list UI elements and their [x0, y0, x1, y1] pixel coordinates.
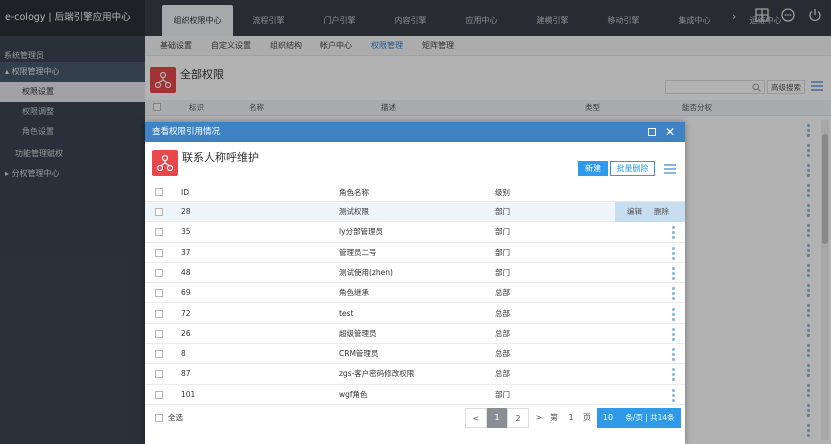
batch-delete-button[interactable]: 批量删除: [610, 161, 655, 176]
edit-button[interactable]: 编辑: [627, 202, 642, 222]
row-menu-icon[interactable]: [672, 266, 675, 282]
row-role-name: 角色继承: [339, 288, 369, 298]
column-header-level: 级别: [495, 188, 510, 197]
row-actions: 编辑 删除: [615, 202, 685, 222]
row-checkbox[interactable]: [155, 370, 163, 379]
row-role-name: CRM管理员: [339, 349, 379, 359]
row-id: 87: [181, 369, 191, 379]
row-id: 8: [181, 349, 186, 359]
row-menu-icon[interactable]: [672, 388, 675, 404]
row-role-name: 超级管理员: [339, 328, 377, 338]
row-menu-icon[interactable]: [672, 226, 675, 241]
row-id: 37: [181, 247, 191, 257]
goto-prefix: 第: [550, 413, 558, 422]
row-id: 72: [181, 308, 191, 318]
row-level: 总部: [495, 288, 510, 298]
dialog-title: 查看权限引用情况: [152, 127, 221, 137]
next-page-button[interactable]: >: [533, 408, 545, 428]
page-button-1[interactable]: 1: [487, 408, 507, 428]
new-button[interactable]: 新建: [578, 161, 608, 176]
row-menu-icon[interactable]: [672, 307, 675, 323]
column-header-id: ID: [181, 188, 189, 197]
row-checkbox[interactable]: [155, 329, 163, 338]
row-checkbox[interactable]: [155, 350, 163, 359]
row-id: 35: [181, 227, 191, 237]
row-checkbox[interactable]: [155, 248, 163, 257]
select-all-label: 全选: [168, 413, 183, 422]
row-level: 部门: [495, 227, 510, 237]
row-id: 69: [181, 288, 191, 298]
table-row[interactable]: 87 zgs-客户密码修改权限 总部: [145, 364, 685, 385]
row-role-name: test: [339, 308, 354, 318]
table-row[interactable]: 101 wgf角色 部门: [145, 385, 685, 405]
row-role-name: zgs-客户密码修改权限: [339, 369, 415, 379]
table-row[interactable]: 26 超级管理员 总部: [145, 324, 685, 345]
permission-reference-dialog: 查看权限引用情况 ✕ 联系人称呼维护 新建 批量删除 ID 角色名称 级别 28…: [145, 122, 685, 444]
row-checkbox[interactable]: [155, 289, 163, 298]
row-menu-icon[interactable]: [672, 327, 675, 343]
prev-page-button[interactable]: <: [465, 408, 487, 428]
row-role-name: 管理员二号: [339, 247, 377, 257]
dialog-table-header: ID 角色名称 级别: [145, 183, 685, 202]
row-id: 28: [181, 207, 191, 216]
row-level: 总部: [495, 328, 510, 338]
row-role-name: 测试使用(zhen): [339, 267, 393, 277]
row-menu-icon[interactable]: [672, 246, 675, 262]
table-row[interactable]: 37 管理员二号 部门: [145, 243, 685, 263]
row-checkbox[interactable]: [155, 268, 163, 277]
column-header-role: 角色名称: [339, 188, 369, 197]
table-row[interactable]: 28 测试权限 部门 编辑 删除: [145, 202, 685, 223]
dialog-subtitle: 联系人称呼维护: [182, 151, 259, 164]
row-level: 部门: [495, 389, 510, 399]
table-row[interactable]: 8 CRM管理员 总部: [145, 344, 685, 365]
row-level: 部门: [495, 267, 510, 277]
page-button-2[interactable]: 2: [507, 408, 529, 428]
list-icon[interactable]: [664, 164, 676, 176]
row-level: 总部: [495, 349, 510, 359]
row-level: 总部: [495, 308, 510, 318]
pager-summary: 条/页 | 共14条: [619, 408, 681, 428]
row-id: 26: [181, 328, 191, 338]
org-chart-icon: [152, 150, 178, 176]
maximize-icon[interactable]: [648, 128, 656, 136]
row-role-name: 测试权限: [339, 207, 369, 216]
table-row[interactable]: 72 test 总部: [145, 304, 685, 324]
select-all-checkbox[interactable]: [155, 188, 163, 196]
row-role-name: wgf角色: [339, 389, 368, 399]
goto-page-input[interactable]: 1: [563, 408, 579, 428]
row-id: 101: [181, 389, 196, 399]
row-checkbox[interactable]: [155, 228, 163, 237]
row-checkbox[interactable]: [155, 309, 163, 318]
page-size-select[interactable]: 10: [597, 408, 619, 428]
table-row[interactable]: 69 角色继承 总部: [145, 283, 685, 304]
dialog-header: 查看权限引用情况 ✕: [145, 122, 685, 142]
row-id: 48: [181, 267, 191, 277]
row-menu-icon[interactable]: [672, 348, 675, 363]
table-row[interactable]: 48 测试使用(zhen) 部门: [145, 263, 685, 284]
row-checkbox[interactable]: [155, 208, 163, 216]
row-level: 部门: [495, 247, 510, 257]
row-menu-icon[interactable]: [672, 368, 675, 383]
row-level: 部门: [495, 207, 510, 216]
row-menu-icon[interactable]: [672, 287, 675, 302]
close-icon[interactable]: ✕: [665, 124, 675, 140]
delete-button[interactable]: 删除: [654, 202, 669, 222]
row-level: 总部: [495, 369, 510, 379]
goto-suffix: 页: [583, 413, 591, 422]
row-checkbox[interactable]: [155, 390, 163, 399]
table-row[interactable]: 35 ly分部管理员 部门: [145, 222, 685, 243]
row-role-name: ly分部管理员: [339, 227, 384, 237]
select-all-footer-checkbox[interactable]: [155, 414, 163, 422]
